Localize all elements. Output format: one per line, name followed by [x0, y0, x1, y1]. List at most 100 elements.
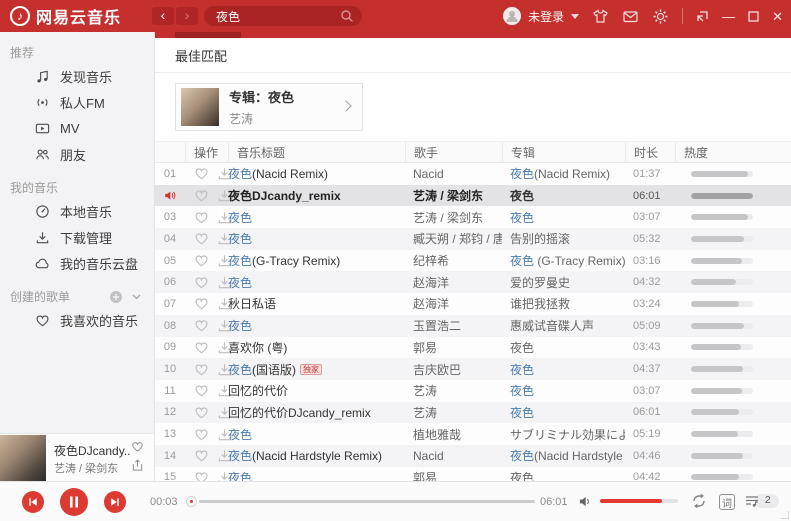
best-match-album-card[interactable]: 专辑：夜色 艺涛 — [175, 83, 363, 131]
table-row[interactable]: 夜色DJcandy_remix艺涛 / 梁剑东夜色06:01 — [155, 185, 791, 207]
chevron-down-icon[interactable] — [571, 14, 579, 19]
song-artist[interactable]: 艺涛 / 梁剑东 — [405, 187, 502, 204]
now-playing-artist[interactable]: 艺涛 / 梁剑东 — [54, 460, 130, 476]
song-album[interactable]: 夜色 — [502, 187, 625, 204]
song-artist[interactable]: 艺涛 — [405, 382, 502, 399]
song-artist[interactable]: 郭易 — [405, 469, 502, 481]
song-artist[interactable]: 郭易 — [405, 339, 502, 356]
song-artist[interactable]: 玉置浩二 — [405, 317, 502, 334]
create-playlist-icon[interactable] — [109, 290, 123, 304]
song-album[interactable]: 夜色(Nacid Hardstyle R... — [502, 447, 625, 464]
song-artist[interactable]: 艺涛 / 梁剑东 — [405, 209, 502, 226]
theme-skin-button[interactable] — [592, 8, 609, 25]
sidebar-item-heart[interactable]: 我喜欢的音乐 — [0, 307, 154, 333]
now-playing-card[interactable]: 夜色DJcandy... 艺涛 / 梁剑东 — [0, 433, 155, 481]
song-title[interactable]: 回忆的代价 — [228, 382, 405, 399]
share-icon[interactable] — [131, 459, 144, 477]
song-album[interactable]: 夜色 (G-Tracy Remix) — [502, 252, 625, 269]
song-artist[interactable]: 植地雅哉 — [405, 426, 502, 443]
table-row[interactable]: 12回忆的代价DJcandy_remix艺涛夜色06:01 — [155, 402, 791, 424]
song-album[interactable]: 夜色 — [502, 339, 625, 356]
volume-slider[interactable] — [600, 499, 678, 503]
playlist-button[interactable]: 2 — [744, 493, 779, 509]
table-row[interactable]: 05夜色 (G-Tracy Remix)纪梓希夜色 (G-Tracy Remix… — [155, 250, 791, 272]
favorite-icon[interactable] — [194, 362, 209, 377]
table-row[interactable]: 10夜色(国语版)独家吉庆欧巴夜色04:37 — [155, 358, 791, 380]
song-title[interactable]: 回忆的代价DJcandy_remix — [228, 404, 405, 421]
song-album[interactable]: 爱的罗曼史 — [502, 274, 625, 291]
chevron-right-icon[interactable] — [340, 100, 351, 111]
favorite-icon[interactable] — [194, 231, 209, 246]
song-artist[interactable]: Nacid — [405, 167, 502, 181]
table-row[interactable]: 06夜色赵海洋爱的罗曼史04:32 — [155, 271, 791, 293]
sidebar-item-music-note[interactable]: 发现音乐 — [0, 63, 154, 89]
search-icon[interactable] — [340, 9, 354, 23]
song-artist[interactable]: 艺涛 — [405, 404, 502, 421]
back-button[interactable]: ‹ — [152, 7, 174, 25]
album-card-artist[interactable]: 艺涛 — [229, 110, 294, 127]
song-title[interactable]: 夜色(国语版)独家 — [228, 361, 405, 378]
song-album[interactable]: 夜色 — [502, 404, 625, 421]
resize-grip[interactable] — [781, 511, 789, 519]
favorite-icon[interactable] — [194, 470, 209, 481]
table-row[interactable]: 13夜色植地雅哉サブリミナル効果によ...05:19 — [155, 423, 791, 445]
header-title[interactable]: 音乐标题 — [228, 142, 405, 162]
song-title[interactable]: 喜欢你 (粤) — [228, 339, 405, 356]
sidebar-item-mv[interactable]: MV — [0, 115, 154, 141]
avatar[interactable] — [503, 7, 521, 25]
song-album[interactable]: サブリミナル効果によ... — [502, 426, 625, 443]
album-card-title[interactable]: 专辑：夜色 — [229, 87, 294, 106]
sidebar-item-cloud[interactable]: 我的音乐云盘 — [0, 250, 154, 276]
song-title[interactable]: 夜色(Nacid Hardstyle Remix) — [228, 447, 405, 464]
header-heat[interactable]: 热度 — [675, 142, 791, 162]
messages-button[interactable] — [622, 8, 639, 25]
song-album[interactable]: 惠威试音碟人声 — [502, 317, 625, 334]
favorite-icon[interactable] — [194, 427, 209, 442]
settings-button[interactable] — [652, 8, 669, 25]
favorite-icon[interactable] — [194, 296, 209, 311]
favorite-icon[interactable] — [194, 210, 209, 225]
now-playing-title[interactable]: 夜色DJcandy... — [54, 442, 130, 459]
favorite-icon[interactable] — [194, 448, 209, 463]
song-artist[interactable]: 吉庆欧巴 — [405, 361, 502, 378]
table-row[interactable]: 14夜色(Nacid Hardstyle Remix)Nacid夜色(Nacid… — [155, 445, 791, 467]
forward-button[interactable]: › — [176, 7, 198, 25]
header-artist[interactable]: 歌手 — [405, 142, 502, 162]
song-album[interactable]: 夜色(Nacid Remix) — [502, 165, 625, 182]
song-title[interactable]: 夜色 — [228, 230, 405, 247]
song-title[interactable]: 夜色(Nacid Remix) — [228, 165, 405, 182]
collapse-playlists-icon[interactable] — [131, 291, 142, 302]
song-artist[interactable]: 赵海洋 — [405, 295, 502, 312]
search-input[interactable] — [204, 6, 362, 26]
volume-icon[interactable] — [578, 494, 593, 514]
favorite-icon[interactable] — [194, 188, 209, 203]
progress-bar[interactable] — [199, 500, 535, 503]
song-album[interactable]: 夜色 — [502, 469, 625, 481]
sidebar-item-download[interactable]: 下载管理 — [0, 224, 154, 250]
app-logo[interactable]: ♪ 网易云音乐 — [0, 4, 121, 28]
next-track-button[interactable] — [104, 491, 126, 513]
favorite-icon[interactable] — [194, 253, 209, 268]
song-album[interactable]: 夜色 — [502, 361, 625, 378]
close-button[interactable]: ✕ — [772, 10, 783, 23]
header-duration[interactable]: 时长 — [625, 142, 675, 162]
favorite-icon[interactable] — [194, 275, 209, 290]
table-row[interactable]: 08夜色玉置浩二惠威试音碟人声05:09 — [155, 315, 791, 337]
song-title[interactable]: 夜色DJcandy_remix — [228, 187, 405, 204]
minimize-button[interactable]: — — [722, 10, 735, 23]
lyrics-button[interactable]: 词 — [719, 494, 735, 510]
song-title[interactable]: 秋日私语 — [228, 295, 405, 312]
now-playing-artwork[interactable] — [0, 435, 46, 481]
mini-mode-button[interactable] — [696, 10, 709, 23]
login-label[interactable]: 未登录 — [528, 8, 564, 25]
song-artist[interactable]: Nacid — [405, 449, 502, 463]
table-row[interactable]: 01夜色(Nacid Remix)Nacid夜色(Nacid Remix)01:… — [155, 163, 791, 185]
table-row[interactable]: 09喜欢你 (粤)郭易夜色03:43 — [155, 337, 791, 359]
table-row[interactable]: 03夜色艺涛 / 梁剑东夜色03:07 — [155, 206, 791, 228]
favorite-icon[interactable] — [194, 383, 209, 398]
previous-track-button[interactable] — [22, 491, 44, 513]
favorite-icon[interactable] — [194, 318, 209, 333]
favorite-icon[interactable] — [131, 440, 144, 458]
progress-thumb[interactable] — [186, 496, 197, 507]
favorite-icon[interactable] — [194, 166, 209, 181]
